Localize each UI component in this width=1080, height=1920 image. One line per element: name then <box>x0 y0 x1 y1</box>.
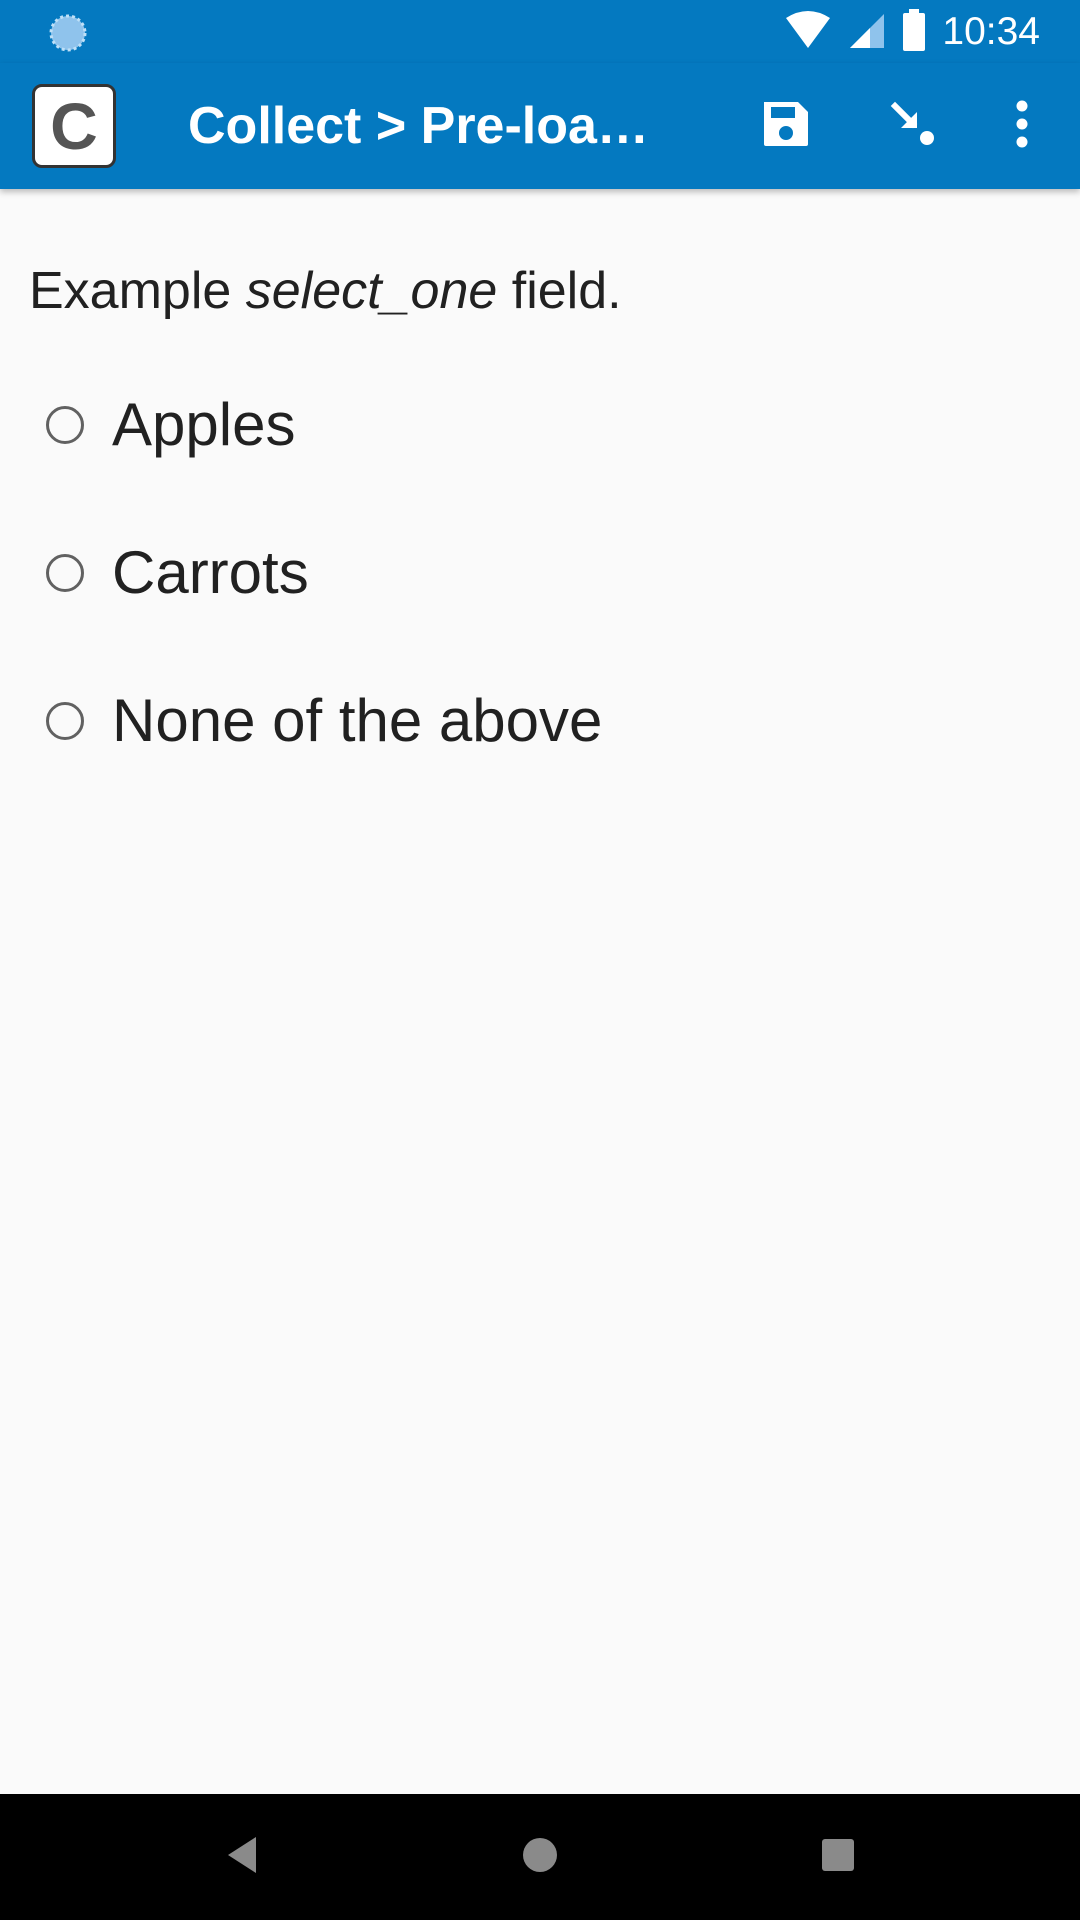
question-prefix: Example <box>29 262 246 320</box>
more-options-button[interactable] <box>982 86 1062 166</box>
radio-button[interactable] <box>46 554 84 592</box>
option-carrots[interactable]: Carrots <box>46 523 309 623</box>
save-button[interactable] <box>746 86 826 166</box>
battery-icon <box>902 8 926 56</box>
recents-square-icon <box>820 1837 856 1878</box>
option-none-of-the-above[interactable]: None of the above <box>46 671 602 771</box>
question-label: Example select_one field. <box>29 259 622 323</box>
home-circle-icon <box>521 1836 559 1879</box>
save-icon <box>760 98 812 155</box>
more-vert-icon <box>1012 98 1032 155</box>
back-triangle-icon <box>224 1835 260 1880</box>
radio-button[interactable] <box>46 702 84 740</box>
question-italic: select_one <box>245 262 498 320</box>
option-label: Carrots <box>112 539 309 606</box>
app-logo-letter: C <box>50 89 98 163</box>
status-icons: 10:34 <box>784 8 1040 56</box>
question-suffix: field. <box>497 262 622 320</box>
sync-loading-icon <box>48 13 88 53</box>
radio-button[interactable] <box>46 406 84 444</box>
app-bar: C Collect > Pre-load… <box>0 63 1080 189</box>
wifi-icon <box>784 10 832 55</box>
cell-signal-icon <box>848 10 886 55</box>
option-apples[interactable]: Apples <box>46 375 295 475</box>
recents-button[interactable] <box>798 1817 878 1897</box>
home-button[interactable] <box>500 1817 580 1897</box>
back-button[interactable] <box>202 1817 282 1897</box>
go-to-prompt-button[interactable] <box>873 86 953 166</box>
navigation-bar <box>0 1794 1080 1920</box>
status-bar: 10:34 <box>0 0 1080 63</box>
option-label: Apples <box>112 391 296 458</box>
go-to-prompt-icon <box>887 98 939 155</box>
status-time: 10:34 <box>942 10 1040 53</box>
app-title: Collect > Pre-load… <box>188 97 678 155</box>
app-logo: C <box>32 84 116 168</box>
option-label: None of the above <box>112 687 603 754</box>
